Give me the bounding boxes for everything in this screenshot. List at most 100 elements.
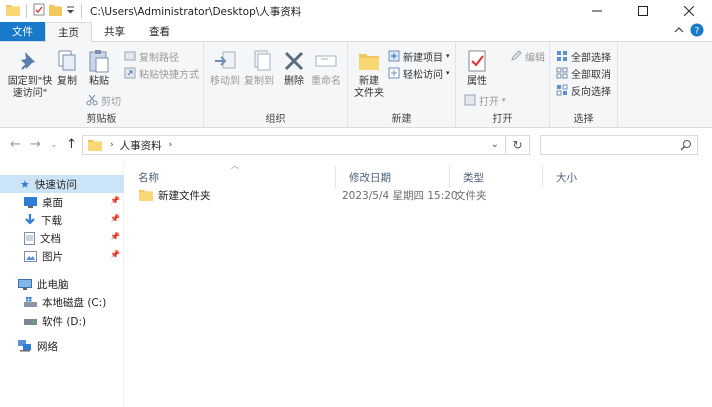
pictures-icon [24,250,37,262]
nav-network[interactable]: 网络 [18,337,124,355]
quick-access-toolbar [0,0,84,22]
column-header-modified[interactable]: 修改日期 [336,166,450,188]
organize-group-label: 组织 [265,114,286,125]
clipboard-group: 固定到"快 速访问" 复制 粘贴 复制路径 粘贴快捷方式 剪切 剪贴板 [0,42,204,128]
invert-selection-button[interactable]: 反向选择 [556,82,611,98]
move-to-icon [215,51,236,69]
new-item-button[interactable]: 新建项目 ▾ [388,48,450,64]
tab-home[interactable]: 主页 [45,22,92,42]
paste-shortcut-icon [124,67,136,79]
tab-view[interactable]: 查看 [137,22,182,41]
pin-icon: 📌 [110,196,120,205]
divider [26,4,27,18]
address-bar[interactable]: › 人事资料 › ⌄ [82,135,506,155]
customize-toolbar-icon[interactable] [66,5,75,18]
delete-x-icon [284,51,304,71]
select-none-icon [556,67,568,79]
table-row[interactable]: 新建文件夹 2023/5/4 星期四 15:20 文件夹 [139,186,699,204]
copy-icon [58,50,76,71]
clipboard-group-label: 剪贴板 [86,114,117,125]
new-folder-button[interactable]: 新建 文件夹 [352,48,386,100]
easy-access-button[interactable]: 轻松访问 ▾ [388,65,450,81]
computer-icon [18,278,32,290]
close-button[interactable] [666,0,712,22]
nav-documents[interactable]: 文档 📌 [24,229,124,247]
paste-button[interactable]: 粘贴 [84,48,114,88]
chevron-down-icon: ▾ [446,52,450,60]
nav-downloads[interactable]: 下载 📌 [24,211,124,229]
folder-icon [139,190,153,201]
up-arrow-icon[interactable]: ↑ [66,137,77,152]
tab-share[interactable]: 共享 [92,22,137,41]
maximize-button[interactable] [620,0,666,22]
select-group: 全部选择 全部取消 反向选择 选择 [550,42,618,128]
new-folder-quick-icon[interactable] [49,4,62,19]
window-title-path: C:\Users\Administrator\Desktop\人事资料 [90,5,302,18]
nav-software-d[interactable]: 软件 (D:) [24,312,124,330]
document-icon [24,231,35,245]
pin-to-quick-access-button[interactable]: 固定到"快 速访问" [4,48,56,100]
properties-button[interactable]: 属性 [460,48,494,88]
star-icon: ★ [20,177,30,191]
column-header-type[interactable]: 类型 [450,166,543,188]
refresh-icon: ↻ [512,138,523,152]
title-bar: C:\Users\Administrator\Desktop\人事资料 [0,0,712,22]
file-list: ︿ 名称 修改日期 类型 大小 新建文件夹 2023/5/4 星期四 15:20… [125,161,712,407]
nav-local-disk-c[interactable]: 本地磁盘 (C:) [24,293,124,311]
cut-button[interactable]: 剪切 [86,92,121,108]
organize-group: 移动到 复制到 删除 重命名 组织 [204,42,348,128]
paste-shortcut-button[interactable]: 粘贴快捷方式 [124,65,199,81]
new-group: 新建 文件夹 新建项目 ▾ 轻松访问 ▾ 新建 [348,42,456,128]
nav-pictures[interactable]: 图片 📌 [24,247,124,265]
nav-quick-access[interactable]: ★ 快速访问 [0,175,124,193]
select-none-button[interactable]: 全部取消 [556,65,611,81]
invert-selection-icon [556,84,568,96]
file-modified: 2023/5/4 星期四 15:20 [342,190,458,202]
divider [81,4,82,18]
copy-to-button[interactable]: 复制到 [242,48,276,88]
tab-file[interactable]: 文件 [0,22,45,41]
breadcrumb-separator-icon[interactable]: › [169,140,173,150]
help-icon[interactable]: ? [690,23,704,40]
easy-access-icon [388,67,400,79]
open-group: 属性 打开 ▾ 编辑 打开 [456,42,550,128]
pin-icon: 📌 [110,214,120,223]
collapse-ribbon-icon[interactable] [674,26,684,37]
folder-icon [6,4,20,19]
rename-button[interactable]: 重命名 [308,48,344,88]
move-to-button[interactable]: 移动到 [208,48,242,88]
address-dropdown-icon[interactable]: ⌄ [491,139,499,150]
properties-quick-icon[interactable] [33,3,45,19]
new-item-icon [388,50,400,62]
open-group-label: 打开 [492,114,513,125]
edit-button[interactable]: 编辑 [510,48,545,64]
recent-locations-chevron-icon[interactable]: ⌄ [50,140,58,150]
copy-path-button[interactable]: 复制路径 [124,48,179,64]
back-arrow-icon[interactable]: ← [10,137,21,152]
navigation-pane: ★ 快速访问 桌面 📌 下载 📌 文档 📌 图片 📌 此电脑 本地磁盘 (C:)… [0,162,124,407]
ribbon-tabs: 文件 主页 共享 查看 ? [0,22,712,42]
column-header-name[interactable]: 名称 [125,166,336,188]
rename-icon [315,55,337,67]
file-name: 新建文件夹 [158,189,211,202]
open-button[interactable]: 打开 ▾ [464,92,506,108]
forward-arrow-icon[interactable]: → [30,137,41,152]
select-all-button[interactable]: 全部选择 [556,48,611,64]
minimize-button[interactable] [574,0,620,22]
scissors-icon [86,94,98,106]
nav-desktop[interactable]: 桌面 📌 [24,193,124,211]
folder-icon [88,140,102,151]
nav-this-pc[interactable]: 此电脑 [18,275,124,293]
refresh-button[interactable]: ↻ [506,135,530,155]
open-icon [464,94,476,106]
breadcrumb-item[interactable]: 人事资料 [120,138,162,153]
edit-icon [511,50,522,61]
column-header-size[interactable]: 大小 [543,166,623,188]
search-input[interactable] [540,135,698,155]
delete-button[interactable]: 删除 [280,48,308,88]
desktop-icon [24,196,37,208]
copy-button[interactable]: 复制 [52,48,82,88]
ribbon: 固定到"快 速访问" 复制 粘贴 复制路径 粘贴快捷方式 剪切 剪贴板 移动到 [0,42,712,128]
properties-icon [468,50,486,72]
network-icon [18,340,31,352]
